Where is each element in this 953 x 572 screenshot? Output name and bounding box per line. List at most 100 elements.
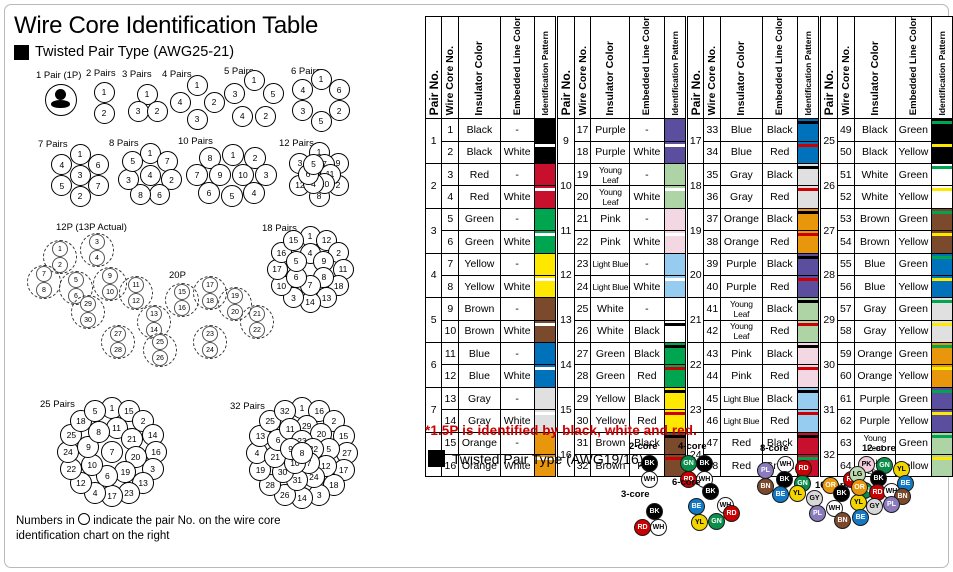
- pattern-stripe: [931, 210, 952, 214]
- cell-wire-core-no: 63: [836, 431, 855, 456]
- header-label: Pair No.: [558, 69, 573, 116]
- cell-embedded-line-color: Black: [761, 342, 798, 366]
- cell-insulator-color: Blue: [853, 274, 897, 299]
- core-dot: WH: [650, 519, 667, 536]
- cell-identification-pattern: [930, 386, 953, 411]
- cell-insulator-color: Black: [853, 140, 897, 164]
- column-header-ic: Insulator Color: [590, 15, 631, 120]
- pattern-stripe: [534, 322, 555, 326]
- cell-embedded-line-color: White: [499, 274, 535, 299]
- bundle-label: 10 Pairs: [178, 136, 213, 147]
- single-pair-icon: [45, 84, 77, 116]
- cell-wire-core-no: 4: [441, 185, 460, 209]
- cell-wire-core-no: 29: [573, 386, 592, 411]
- column-header-idp: Identification Pattern: [533, 15, 556, 120]
- header-label: Wire Core No.: [839, 45, 852, 116]
- cell-wire-core-no: 3: [441, 162, 460, 187]
- cell-wire-core-no: 56: [836, 274, 855, 299]
- wire-circle: 4: [292, 79, 314, 100]
- cell-embedded-line-color: -: [499, 342, 535, 366]
- wire-circle: 2: [255, 105, 277, 127]
- cell-identification-pattern: [663, 230, 686, 254]
- pattern-stripe: [664, 188, 685, 192]
- cell-pair-no: 30: [820, 342, 838, 388]
- pattern-swatch: [931, 432, 952, 455]
- cell-wire-core-no: 54: [836, 230, 855, 254]
- column-gap: [685, 320, 688, 343]
- cell-pair-no: 9: [557, 118, 575, 164]
- cell-identification-pattern: [533, 185, 556, 209]
- core-dot: PL: [757, 462, 774, 479]
- cell-wire-core-no: 42: [703, 319, 722, 344]
- wire-circle: 3: [186, 108, 208, 130]
- pattern-swatch: [797, 343, 819, 365]
- wire-circle: 27: [110, 326, 126, 342]
- pattern-stripe: [797, 255, 819, 259]
- cell-embedded-line-color: -: [629, 162, 665, 187]
- wire-circle: 7: [101, 441, 123, 463]
- cell-pair-no: 17: [687, 118, 705, 164]
- header-label: Insulator Color: [868, 40, 881, 116]
- pattern-swatch: [931, 119, 952, 141]
- cell-identification-pattern: [796, 207, 820, 232]
- wire-circle: 17: [202, 277, 218, 293]
- footnote-text-b: indicate the pair No. on the wire core: [93, 515, 281, 527]
- pattern-swatch: [797, 119, 819, 141]
- pattern-swatch: [931, 455, 952, 477]
- pattern-swatch: [797, 163, 819, 186]
- core-dot: BK: [696, 455, 713, 472]
- pattern-swatch: [534, 141, 555, 163]
- cell-identification-pattern: [533, 274, 556, 299]
- pattern-swatch: [534, 365, 555, 387]
- wire-circle: 11: [128, 277, 144, 293]
- cell-wire-core-no: 51: [836, 162, 855, 187]
- column-gap: [818, 364, 821, 388]
- pattern-stripe: [664, 233, 685, 237]
- pattern-swatch: [534, 343, 555, 365]
- cell-identification-pattern: [533, 207, 556, 232]
- cell-identification-pattern: [663, 274, 686, 299]
- cell-embedded-line-color: Black: [761, 386, 798, 411]
- pattern-swatch: [534, 275, 555, 298]
- pattern-swatch: [534, 320, 555, 343]
- cell-embedded-line-color: Green: [895, 162, 932, 187]
- bundle-label: 7 Pairs: [38, 139, 68, 150]
- cell-wire-core-no: 37: [703, 207, 722, 232]
- cell-embedded-line-color: Green: [895, 431, 932, 456]
- cell-wire-core-no: 5: [441, 207, 460, 232]
- wire-circle: 5: [262, 83, 284, 105]
- cell-embedded-line-color: Black: [761, 207, 798, 232]
- pattern-stripe: [797, 345, 819, 349]
- bundle-label: 12P (13P Actual): [56, 222, 127, 233]
- pattern-swatch: [664, 208, 685, 231]
- wire-circle: 5: [221, 185, 243, 207]
- cell-identification-pattern: [533, 319, 556, 344]
- core-dot: RD: [634, 519, 651, 536]
- cell-pair-no: 1: [424, 118, 443, 164]
- pattern-swatch: [931, 410, 952, 432]
- cell-wire-core-no: 53: [836, 207, 855, 232]
- cell-identification-pattern: [796, 274, 820, 299]
- cell-insulator-color: Light Blue: [590, 274, 631, 299]
- cell-identification-pattern: [796, 252, 820, 276]
- column-header-elc: Embedded Line Color: [895, 15, 932, 120]
- cell-embedded-line-color: White: [499, 364, 535, 388]
- column-gap: [818, 230, 821, 254]
- wire-circle: 26: [152, 350, 168, 366]
- cell-wire-core-no: 61: [836, 386, 855, 411]
- cell-wire-core-no: 19: [573, 162, 592, 187]
- cell-identification-pattern: [533, 364, 556, 388]
- cell-insulator-color: Green: [590, 342, 631, 366]
- wire-circle: 22: [249, 322, 265, 338]
- cell-insulator-color: Red: [720, 431, 763, 456]
- column-gap: [685, 275, 688, 298]
- cell-wire-core-no: 55: [836, 252, 855, 276]
- cell-identification-pattern: [930, 252, 953, 276]
- core-group-label: 6-core: [672, 477, 701, 488]
- cell-identification-pattern: [930, 207, 953, 232]
- cell-pair-no: 6: [424, 342, 443, 388]
- pattern-stripe: [931, 143, 952, 147]
- column-header-pn: Pair No.: [557, 15, 575, 120]
- footnote-text-a: Numbers in: [16, 515, 75, 527]
- cell-insulator-color: Purple: [590, 118, 631, 142]
